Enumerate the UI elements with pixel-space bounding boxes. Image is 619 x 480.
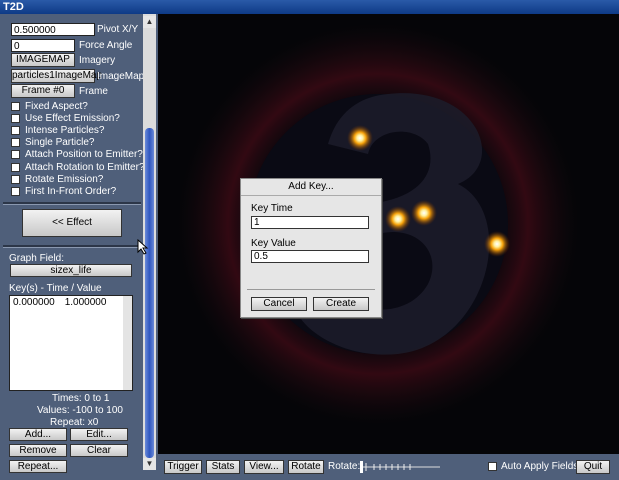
mouse-cursor-icon: [137, 239, 149, 255]
repeat-button[interactable]: Repeat...: [9, 460, 67, 473]
add-key-button[interactable]: Add...: [9, 428, 67, 441]
key-value-input[interactable]: 0.5: [251, 250, 369, 263]
keys-label: Key(s) - Time / Value: [9, 283, 102, 294]
scrollbar-thumb[interactable]: [145, 128, 154, 458]
keys-list[interactable]: 0.000000 1.000000: [9, 295, 133, 391]
attach-rotation-checkbox[interactable]: [11, 163, 20, 172]
first-in-front-checkbox[interactable]: [11, 187, 20, 196]
imagery-label: Imagery: [79, 55, 116, 66]
rotate-slider-track: [360, 461, 440, 473]
clear-keys-button[interactable]: Clear: [70, 444, 128, 457]
attach-position-label: Attach Position to Emitter?: [25, 149, 143, 160]
rotate-button[interactable]: Rotate: [288, 460, 324, 474]
force-angle-label: Force Angle: [79, 40, 133, 51]
rotate-slider[interactable]: [360, 461, 440, 473]
intense-particles-checkbox[interactable]: [11, 126, 20, 135]
frame-label: Frame: [79, 86, 108, 97]
add-key-dialog: Add Key... Key Time 1 Key Value 0.5 Canc…: [240, 178, 382, 318]
bottom-toolbar: Trigger Stats View... Rotate Rotate: Aut…: [158, 454, 619, 480]
title-bar: T2D: [0, 0, 619, 14]
key-value: 1.000000: [64, 297, 107, 308]
dialog-title: Add Key...: [241, 179, 381, 196]
scene-view[interactable]: [158, 14, 619, 454]
rotate-slider-thumb[interactable]: [360, 461, 363, 473]
imagemap-button[interactable]: particles1ImageMap: [11, 69, 102, 83]
particle: [484, 231, 510, 257]
frame-button[interactable]: Frame #0: [11, 84, 75, 98]
force-angle-input[interactable]: 0: [11, 39, 75, 52]
fixed-aspect-checkbox[interactable]: [11, 102, 20, 111]
edit-key-button[interactable]: Edit...: [70, 428, 128, 441]
pivot-input[interactable]: 0.500000 0.500000: [11, 23, 95, 49]
cancel-button[interactable]: Cancel: [251, 297, 307, 311]
particle: [347, 125, 373, 151]
remove-key-button[interactable]: Remove: [9, 444, 67, 457]
first-in-front-label: First In-Front Order?: [25, 186, 117, 197]
settings-panel: 0.500000 0.500000 Pivot X/Y 0 Force Angl…: [0, 14, 158, 480]
attach-position-checkbox[interactable]: [11, 150, 20, 159]
view-button[interactable]: View...: [244, 460, 284, 474]
stats-button[interactable]: Stats: [206, 460, 240, 474]
use-effect-emission-checkbox[interactable]: [11, 114, 20, 123]
single-particle-checkbox[interactable]: [11, 138, 20, 147]
dialog-divider: [247, 289, 375, 290]
window-title: T2D: [3, 1, 24, 13]
quit-button[interactable]: Quit: [576, 460, 610, 474]
key-time: 0.000000: [13, 297, 55, 308]
list-item[interactable]: 0.000000 1.000000: [13, 297, 106, 308]
scene-canvas: [178, 24, 578, 424]
effect-back-button[interactable]: << Effect: [22, 209, 122, 237]
scroll-down-arrow-icon[interactable]: ▼: [143, 458, 156, 470]
rotate-emission-checkbox[interactable]: [11, 175, 20, 184]
rotate-label: Rotate:: [328, 461, 361, 472]
graph-field-select[interactable]: sizex_life: [10, 264, 132, 277]
pivot-label: Pivot X/Y: [97, 24, 139, 35]
key-time-label: Key Time: [251, 203, 293, 214]
imagemap-label: ImageMap: [97, 71, 145, 82]
scroll-up-arrow-icon[interactable]: ▲: [143, 16, 156, 28]
auto-apply-label: Auto Apply Fields?: [501, 461, 584, 472]
create-button[interactable]: Create: [313, 297, 369, 311]
key-value-label: Key Value: [251, 238, 296, 249]
divider: [3, 202, 141, 205]
keys-scrollbar[interactable]: [123, 296, 132, 390]
particle: [411, 200, 437, 226]
trigger-button[interactable]: Trigger: [164, 460, 202, 474]
imagery-button[interactable]: IMAGEMAP: [11, 53, 75, 67]
divider: [3, 245, 141, 248]
key-time-input[interactable]: 1: [251, 216, 369, 229]
particle: [385, 206, 411, 232]
auto-apply-checkbox[interactable]: [488, 462, 497, 471]
